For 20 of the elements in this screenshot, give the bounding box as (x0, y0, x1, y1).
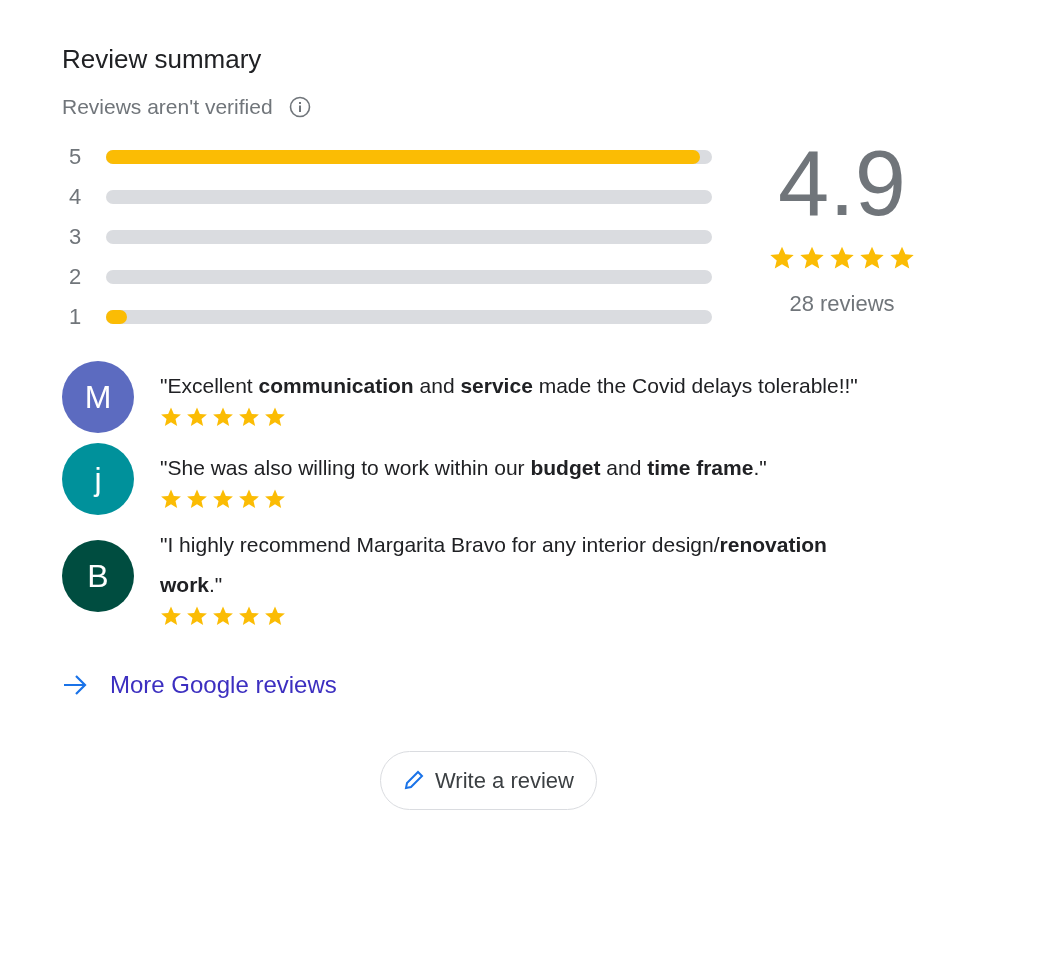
verification-note: Reviews aren't verified (62, 94, 273, 121)
avatar: j (62, 442, 134, 515)
review-quote: "Excellent communication and service made the Covid delays tolerable!!" (160, 372, 858, 399)
rating-label: 1 (67, 303, 83, 332)
rating-label: 3 (67, 223, 83, 252)
arrow-icon (62, 673, 88, 696)
write-review-button[interactable]: Write a review (380, 750, 597, 810)
average-rating: 4.9 (778, 136, 906, 229)
pencil-icon (403, 769, 425, 792)
avatar: B (62, 539, 134, 612)
rating-label: 2 (67, 263, 83, 292)
section-title: Review summary (62, 44, 263, 76)
rating-label: 5 (67, 143, 83, 172)
review-count: 28 reviews (789, 289, 895, 318)
info-icon[interactable] (288, 95, 311, 118)
review-quote: "She was also willing to work within our budget and time frame." (160, 454, 767, 481)
rating-label: 4 (67, 183, 83, 212)
review-quote: "I highly recommend Margarita Bravo for any interior design/renovation work." (160, 531, 828, 598)
avatar: M (62, 360, 134, 433)
more-reviews-link[interactable]: More Google reviews (62, 666, 337, 703)
